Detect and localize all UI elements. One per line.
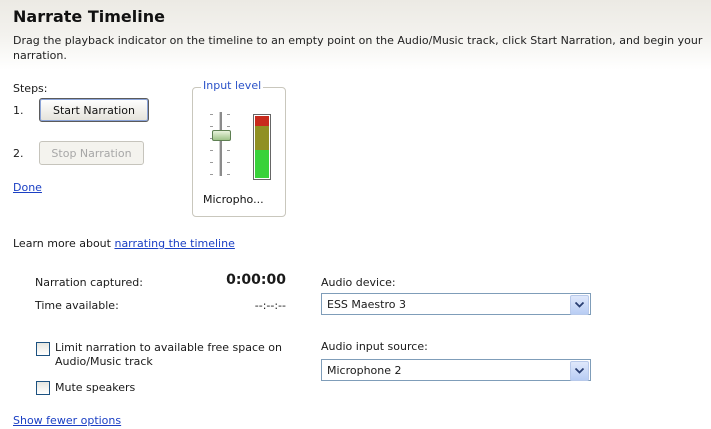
slider-tick (227, 126, 230, 127)
input-level-group: Input level Micropho... (192, 79, 286, 217)
narration-captured-label: Narration captured: (35, 276, 143, 289)
instructions-text: Drag the playback indicator on the timel… (13, 34, 703, 62)
chevron-down-icon[interactable] (570, 361, 589, 381)
start-narration-button[interactable]: Start Narration (39, 98, 149, 122)
slider-tick (210, 126, 213, 127)
limit-narration-label: Limit narration to available free space … (55, 341, 282, 368)
meter-olive-segment (255, 126, 269, 150)
mute-speakers-label: Mute speakers (55, 381, 136, 394)
volume-slider-track[interactable] (219, 112, 222, 176)
narrating-timeline-link[interactable]: narrating the timeline (114, 237, 234, 250)
audio-device-select[interactable]: ESS Maestro 3 (321, 293, 591, 315)
done-link[interactable]: Done (13, 181, 42, 194)
step-2-number: 2. (13, 147, 24, 160)
slider-tick (210, 150, 213, 151)
slider-tick (227, 174, 230, 175)
audio-device-value: ESS Maestro 3 (327, 298, 406, 311)
volume-slider-thumb[interactable] (212, 130, 231, 142)
slider-tick (210, 114, 213, 115)
narration-captured-value: 0:00:00 (226, 272, 286, 288)
limit-narration-checkbox[interactable] (36, 342, 50, 356)
audio-input-source-value: Microphone 2 (327, 364, 402, 377)
input-level-legend: Input level (201, 79, 264, 92)
show-fewer-options-link[interactable]: Show fewer options (13, 414, 121, 427)
mute-speakers-checkbox[interactable] (36, 381, 50, 395)
time-available-label: Time available: (35, 299, 119, 312)
chevron-down-icon[interactable] (570, 295, 589, 315)
slider-tick (210, 162, 213, 163)
audio-input-source-label: Audio input source: (321, 340, 428, 353)
slider-tick (210, 174, 213, 175)
page-title: Narrate Timeline (13, 7, 165, 26)
meter-red-segment (255, 116, 269, 126)
slider-tick (227, 150, 230, 151)
audio-input-source-select[interactable]: Microphone 2 (321, 359, 591, 381)
input-level-meter (253, 114, 271, 180)
stop-narration-button[interactable]: Stop Narration (39, 141, 144, 165)
microphone-label: Micropho... (203, 193, 264, 206)
time-available-value: --:--:-- (254, 299, 286, 312)
slider-tick (227, 162, 230, 163)
audio-device-label: Audio device: (321, 276, 396, 289)
slider-tick (227, 114, 230, 115)
learn-more-text: Learn more about narrating the timeline (13, 237, 235, 250)
learn-more-prefix: Learn more about (13, 237, 115, 250)
steps-label: Steps: (13, 82, 48, 95)
step-1-number: 1. (13, 104, 24, 117)
meter-green-segment (255, 150, 269, 178)
